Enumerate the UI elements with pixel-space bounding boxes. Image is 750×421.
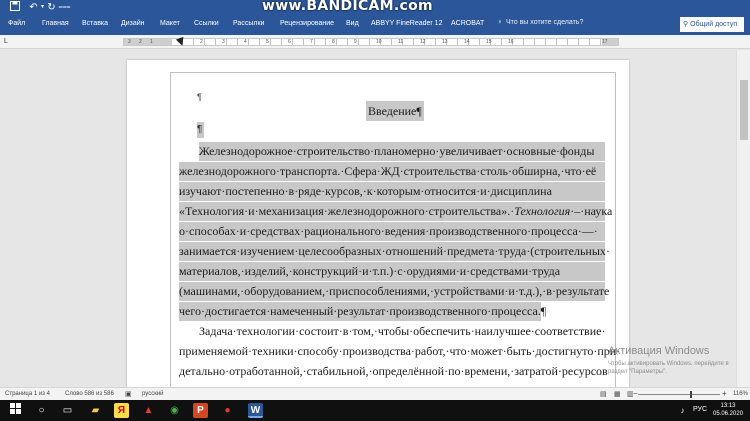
ruler-number: 11 xyxy=(398,39,404,45)
tab-review[interactable]: Рецензирование xyxy=(280,20,334,27)
share-label: Общий доступ xyxy=(690,21,738,28)
tab-insert[interactable]: Вставка xyxy=(82,20,108,27)
ruler-number: 2 xyxy=(139,39,142,45)
tab-stop-selector[interactable]: L xyxy=(4,38,8,45)
title-bar: ↶ ▾ ↻ ⩶ www.BANDICAM.com xyxy=(0,0,750,15)
text-line[interactable]: чего·достигается·намеченный·результат·пр… xyxy=(179,302,546,321)
status-bar: Страница 1 из 4 Слово 586 из 586 ▣ русск… xyxy=(0,387,750,400)
paragraph-mark-icon: ¶ xyxy=(197,92,202,102)
yandex-browser-icon[interactable]: Я xyxy=(114,403,129,418)
text-line[interactable]: детально·отработанной,·стабильной,·опред… xyxy=(179,362,608,381)
tab-view[interactable]: Вид xyxy=(346,20,359,27)
lightbulb-icon: ♀ xyxy=(497,19,503,26)
ruler-number: 9 xyxy=(354,39,357,45)
italic-term: Технология xyxy=(514,204,571,218)
document-heading[interactable]: Введение¶ xyxy=(366,101,424,121)
activation-title: Активация Windows xyxy=(608,345,710,357)
bandicam-watermark: www.BANDICAM.com xyxy=(262,0,433,14)
tab-design[interactable]: Дизайн xyxy=(121,20,145,27)
zoom-level[interactable]: 116% xyxy=(733,391,748,397)
tab-home[interactable]: Главная xyxy=(42,20,69,27)
ribbon-tabs: Файл Главная Вставка Дизайн Макет Ссылки… xyxy=(0,15,750,35)
ruler-number: 3 xyxy=(128,39,131,45)
text-line[interactable]: железнодорожного·транспорта.·Сфера·ЖД·ст… xyxy=(179,162,605,181)
text-line[interactable]: (машинами,·оборудованием,·приспособления… xyxy=(179,282,609,301)
proofing-icon[interactable]: ▣ xyxy=(125,390,132,398)
clock-time: 13:13 xyxy=(720,403,736,409)
ruler-number: 1 xyxy=(150,39,153,45)
paragraph-mark-icon: ¶ xyxy=(197,122,204,138)
windows-taskbar: ○ ▭ ▰ Я ▲ ◉ P ● W ♪ РУС 13:13 05.06.2020 xyxy=(0,400,750,421)
ruler-number: 5 xyxy=(266,39,269,45)
zoom-out-button[interactable]: − xyxy=(633,389,638,398)
language-indicator[interactable]: русский xyxy=(142,391,164,397)
read-mode-icon[interactable]: ▤ xyxy=(600,390,607,398)
ruler-number: 7 xyxy=(310,39,313,45)
ruler-number: 2 xyxy=(200,39,203,45)
activation-hint: Чтобы активировать Windows, перейдите вр… xyxy=(608,361,729,375)
ruler-number: 8 xyxy=(332,39,335,45)
tell-me-placeholder: Что вы хотите сделать? xyxy=(505,19,584,26)
windows-activation-notice: Активация Windows Чтобы активировать Win… xyxy=(608,345,729,376)
powerpoint-icon[interactable]: P xyxy=(193,403,208,418)
tab-file[interactable]: Файл xyxy=(8,20,25,27)
page-count[interactable]: Страница 1 из 4 xyxy=(5,391,50,397)
tab-layout[interactable]: Макет xyxy=(160,20,180,27)
ruler-number: 13 xyxy=(442,39,448,45)
ruler-number: 16 xyxy=(508,39,514,45)
text-line[interactable]: применяемой·техники·способу·производства… xyxy=(179,342,620,361)
ruler-number: 17 xyxy=(602,39,608,45)
text-line[interactable]: занимается·изучением·целесообразных·отно… xyxy=(179,242,610,261)
tell-me-search[interactable]: ♀ Что вы хотите сделать? xyxy=(496,19,583,26)
text-line[interactable]: о·способах·и·средствах·рационального·вед… xyxy=(179,222,605,241)
tab-abbyy[interactable]: ABBYY FineReader 12 xyxy=(371,20,442,27)
customize-qat-icon[interactable]: ⩶ xyxy=(58,1,71,14)
tab-references[interactable]: Ссылки xyxy=(194,20,219,27)
ruler-number: 6 xyxy=(288,39,291,45)
person-icon: ⚲ xyxy=(683,21,689,28)
share-button[interactable]: ⚲ Общий доступ xyxy=(680,17,744,32)
ruler-number: 15 xyxy=(486,39,492,45)
search-icon[interactable]: ○ xyxy=(34,403,49,418)
chrome-icon[interactable]: ◉ xyxy=(167,403,182,418)
scroll-thumb[interactable] xyxy=(740,80,748,140)
ruler-number: 14 xyxy=(464,39,470,45)
text-line[interactable]: Задача·технологии·состоит·в·том,·чтобы·о… xyxy=(199,322,605,341)
zoom-slider-knob[interactable] xyxy=(690,391,692,398)
task-view-icon[interactable]: ▭ xyxy=(60,403,75,418)
clock-date: 05.06.2020 xyxy=(713,411,744,417)
zoom-in-button[interactable]: + xyxy=(722,389,727,398)
redo-icon[interactable]: ↻ xyxy=(45,1,58,14)
record-icon[interactable]: ● xyxy=(220,403,235,418)
print-layout-icon[interactable]: ▦ xyxy=(614,390,621,398)
text-line[interactable]: материалов,·изделий,·конструкций·и·т.п.)… xyxy=(179,262,605,281)
input-language[interactable]: РУС xyxy=(693,406,707,413)
vertical-scrollbar[interactable] xyxy=(736,50,750,387)
word-count[interactable]: Слово 586 из 586 xyxy=(65,391,114,397)
text-line[interactable]: Железнодорожное·строительство·планомерно… xyxy=(199,142,605,161)
antivirus-icon[interactable]: ▲ xyxy=(141,403,156,418)
file-explorer-icon[interactable]: ▰ xyxy=(88,403,103,418)
clock[interactable]: 13:13 05.06.2020 xyxy=(713,402,743,418)
zoom-slider[interactable] xyxy=(638,394,720,395)
tab-acrobat[interactable]: ACROBAT xyxy=(451,20,484,27)
windows-start-icon[interactable] xyxy=(8,403,23,418)
ruler-number: 12 xyxy=(420,39,426,45)
ruler-number: 4 xyxy=(244,39,247,45)
ruler-number: 10 xyxy=(376,39,382,45)
volume-icon[interactable]: ♪ xyxy=(675,403,690,418)
ruler-numbers: 3 2 1 1 2 3 4 5 6 7 8 9 10 11 12 13 14 1… xyxy=(128,37,618,47)
tab-mailings[interactable]: Рассылки xyxy=(233,20,264,27)
text-line[interactable]: «Технология·и·механизация·железнодорожно… xyxy=(179,202,612,221)
save-icon[interactable] xyxy=(8,1,21,14)
word-icon[interactable]: W xyxy=(248,403,263,418)
ruler-number: 3 xyxy=(222,39,225,45)
text-line[interactable]: изучают·постепенно·в·ряде·курсов,·к·кото… xyxy=(179,182,605,201)
